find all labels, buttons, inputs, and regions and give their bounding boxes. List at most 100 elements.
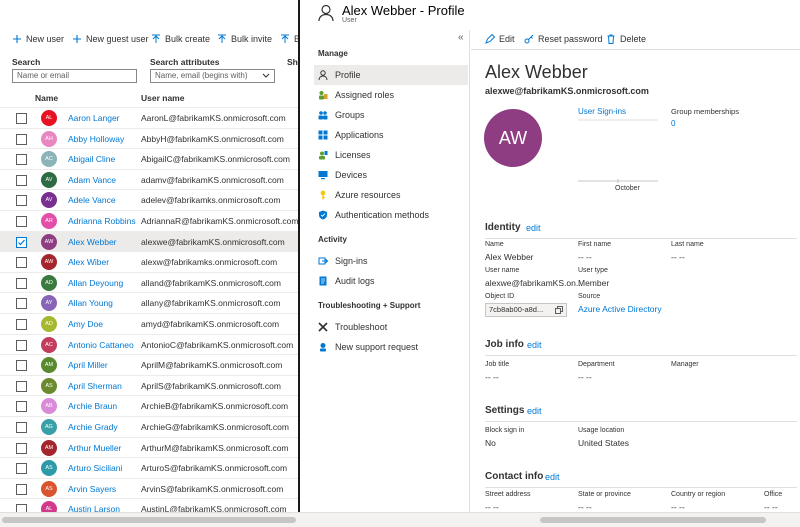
table-row[interactable]: AV Adam Vance adamv@fabrikamKS.onmicrosoft…: [0, 170, 298, 191]
delete-button[interactable]: Delete: [606, 34, 646, 44]
user-name-link[interactable]: Allan Deyoung: [68, 278, 123, 288]
table-row[interactable]: AL Austin Larson AustinL@fabrikamKS.onmicr…: [0, 499, 298, 512]
menu-item-licenses[interactable]: Licenses: [314, 145, 468, 165]
table-row[interactable]: AS Arvin Sayers ArvinS@fabrikamKS.onmicros…: [0, 479, 298, 500]
row-checkbox[interactable]: [16, 463, 27, 475]
object-id-field[interactable]: 7cb8ab00-a8d...: [485, 303, 567, 317]
user-name-link[interactable]: Aaron Langer: [68, 113, 120, 123]
table-row[interactable]: AD Amy Doe amyd@fabrikamKS.onmicrosoft.com: [0, 314, 298, 335]
user-name-link[interactable]: April Sherman: [68, 381, 122, 391]
job-info-edit-link[interactable]: edit: [527, 340, 542, 350]
horizontal-scrollbar[interactable]: [0, 512, 800, 527]
user-name-link[interactable]: Arvin Sayers: [68, 484, 116, 494]
user-name-link[interactable]: Austin Larson: [68, 504, 120, 512]
row-checkbox[interactable]: [16, 195, 27, 207]
row-checkbox[interactable]: [16, 257, 27, 269]
row-checkbox[interactable]: [16, 154, 27, 166]
bulk-operations-button[interactable]: B: [280, 30, 298, 48]
table-row[interactable]: AS April Sherman AprilS@fabrikamKS.onmicro…: [0, 376, 298, 397]
menu-item-assigned-roles[interactable]: Assigned roles: [314, 85, 468, 105]
menu-item-troubleshoot[interactable]: Troubleshoot: [314, 317, 468, 337]
user-name-link[interactable]: Adam Vance: [68, 175, 116, 185]
row-checkbox[interactable]: [16, 298, 27, 310]
user-name-link[interactable]: Antonio Cattaneo: [68, 340, 134, 350]
scrollbar-thumb-left[interactable]: [2, 517, 296, 523]
row-checkbox[interactable]: [16, 504, 27, 512]
user-name-link[interactable]: Adrianna Robbins: [68, 216, 136, 226]
table-row[interactable]: AL Aaron Langer AaronL@fabrikamKS.onmicros…: [0, 108, 298, 129]
reset-password-button[interactable]: Reset password: [524, 34, 603, 44]
user-name-link[interactable]: Amy Doe: [68, 319, 103, 329]
bulk-invite-button[interactable]: Bulk invite: [217, 30, 272, 48]
row-checkbox[interactable]: [16, 318, 27, 330]
user-name-link[interactable]: April Miller: [68, 360, 108, 370]
table-row[interactable]: AW Alex Wiber alexw@fabrikamks.onmicrosoft…: [0, 252, 298, 273]
table-row[interactable]: AW Alex Webber alexwe@fabrikamKS.onmicroso…: [0, 231, 298, 253]
user-name-link[interactable]: Alex Webber: [68, 237, 117, 247]
row-checkbox[interactable]: [16, 483, 27, 495]
row-checkbox[interactable]: [16, 380, 27, 392]
row-checkbox[interactable]: [16, 401, 27, 413]
menu-item-profile[interactable]: Profile: [314, 65, 468, 85]
new-user-button[interactable]: New user: [12, 30, 64, 48]
menu-item-authentication-methods[interactable]: Authentication methods: [314, 205, 468, 225]
user-name-link[interactable]: Adele Vance: [68, 195, 116, 205]
user-name-link[interactable]: Allan Young: [68, 298, 113, 308]
user-name-link[interactable]: Abby Holloway: [68, 134, 124, 144]
row-checkbox[interactable]: [16, 236, 27, 248]
table-row[interactable]: AM April Miller AprilM@fabrikamKS.onmicros…: [0, 355, 298, 376]
table-row[interactable]: AS Arturo Siciliani ArturoS@fabrikamKS.onm…: [0, 458, 298, 479]
menu-item-label: Applications: [335, 130, 384, 140]
table-row[interactable]: AV Adele Vance adelev@fabrikamks.onmicroso…: [0, 190, 298, 211]
table-row[interactable]: AH Abby Holloway AbbyH@fabrikamKS.onmicros…: [0, 129, 298, 150]
user-name-link[interactable]: Arturo Siciliani: [68, 463, 122, 473]
table-row[interactable]: AD Allan Deyoung alland@fabrikamKS.onmicro…: [0, 273, 298, 294]
source-value-link[interactable]: Azure Active Directory: [578, 304, 662, 314]
user-name-link[interactable]: Archie Grady: [68, 422, 118, 432]
table-row[interactable]: AC Abigail Cline AbigailC@fabrikamKS.onmic…: [0, 149, 298, 170]
table-row[interactable]: AC Antonio Cattaneo AntonioC@fabrikamKS.on…: [0, 335, 298, 356]
copy-icon[interactable]: [555, 306, 563, 314]
search-input[interactable]: Name or email: [12, 69, 137, 83]
row-checkbox[interactable]: [16, 133, 27, 145]
user-name-link[interactable]: Arthur Mueller: [68, 443, 121, 453]
menu-item-azure-resources[interactable]: Azure resources: [314, 185, 468, 205]
user-principal-name: alexw@fabrikamks.onmicrosoft.com: [141, 257, 278, 268]
menu-item-audit-logs[interactable]: Audit logs: [314, 271, 468, 291]
row-checkbox[interactable]: [16, 360, 27, 372]
profile-content: Edit Reset password Delete Alex Webber a…: [471, 30, 800, 512]
menu-item-devices[interactable]: Devices: [314, 165, 468, 185]
table-row[interactable]: AR Adrianna Robbins AdriannaR@fabrikamKS.o…: [0, 211, 298, 232]
row-checkbox[interactable]: [16, 113, 27, 124]
table-row[interactable]: AG Archie Grady ArchieG@fabrikamKS.onmicro…: [0, 417, 298, 438]
menu-item-groups[interactable]: Groups: [314, 105, 468, 125]
column-header-name[interactable]: Name: [35, 93, 58, 103]
row-checkbox[interactable]: [16, 277, 27, 289]
column-header-username[interactable]: User name: [141, 93, 184, 103]
menu-item-new-support-request[interactable]: New support request: [314, 337, 468, 357]
row-checkbox[interactable]: [16, 339, 27, 351]
edit-button[interactable]: Edit: [485, 34, 515, 44]
user-name-link[interactable]: Archie Braun: [68, 401, 117, 411]
search-attributes-dropdown[interactable]: Name, email (begins with): [150, 69, 275, 83]
new-guest-user-button[interactable]: New guest user: [72, 30, 149, 48]
identity-edit-link[interactable]: edit: [526, 223, 541, 233]
user-sign-ins-link[interactable]: User Sign-ins: [578, 107, 626, 116]
table-row[interactable]: AY Allan Young allany@fabrikamKS.onmicroso…: [0, 293, 298, 314]
row-checkbox[interactable]: [16, 215, 27, 227]
contact-info-edit-link[interactable]: edit: [545, 472, 560, 482]
scrollbar-thumb-right[interactable]: [540, 517, 766, 523]
table-row[interactable]: AB Archie Braun ArchieB@fabrikamKS.onmicro…: [0, 396, 298, 417]
menu-item-applications[interactable]: Applications: [314, 125, 468, 145]
table-row[interactable]: AM Arthur Mueller ArthurM@fabrikamKS.onmic…: [0, 438, 298, 459]
row-checkbox[interactable]: [16, 421, 27, 433]
group-memberships-count[interactable]: 0: [671, 119, 675, 128]
row-checkbox[interactable]: [16, 442, 27, 454]
row-checkbox[interactable]: [16, 174, 27, 186]
user-name-link[interactable]: Alex Wiber: [68, 257, 109, 267]
user-name-link[interactable]: Abigail Cline: [68, 154, 115, 164]
menu-item-sign-ins[interactable]: Sign-ins: [314, 251, 468, 271]
bulk-create-button[interactable]: Bulk create: [151, 30, 210, 48]
settings-edit-link[interactable]: edit: [527, 406, 542, 416]
collapse-menu-button[interactable]: «: [458, 32, 464, 43]
